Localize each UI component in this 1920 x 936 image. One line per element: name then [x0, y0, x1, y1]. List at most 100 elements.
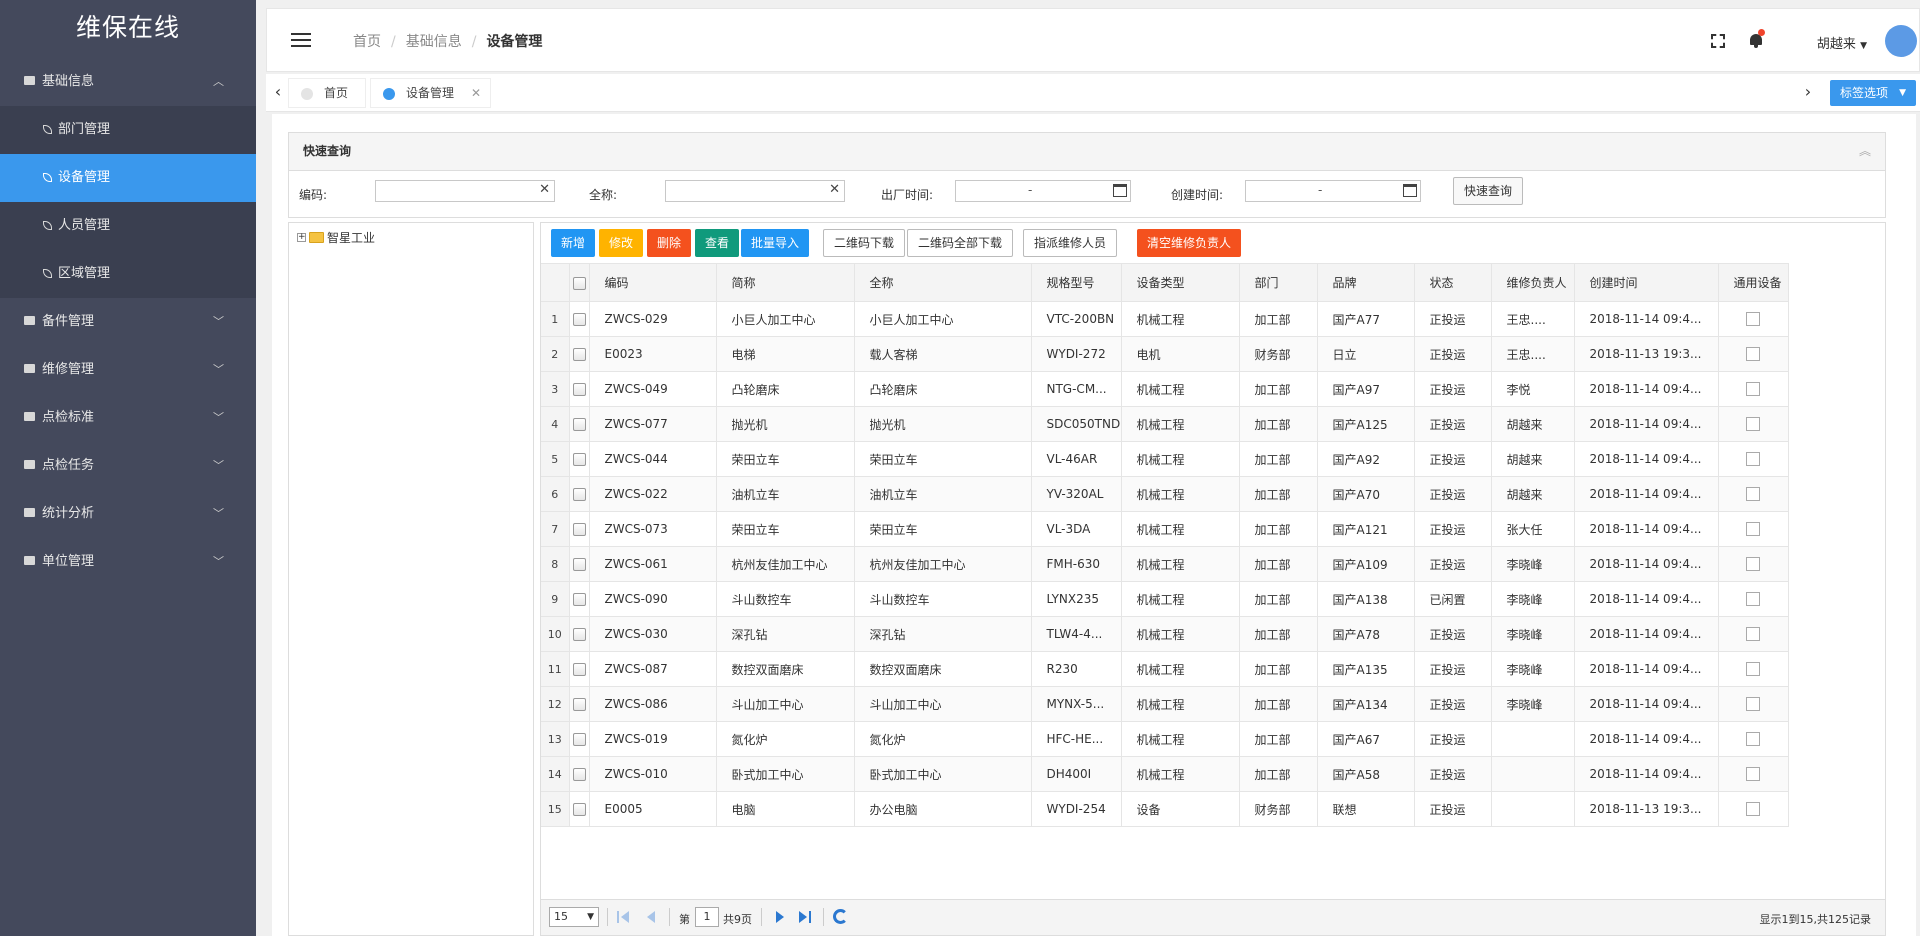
- general-equipment-checkbox[interactable]: [1746, 662, 1760, 677]
- notification-bell-icon[interactable]: [1749, 29, 1765, 48]
- refresh-icon[interactable]: [833, 909, 848, 924]
- first-page-icon[interactable]: [617, 910, 631, 924]
- toolbar-button-2[interactable]: 删除: [647, 229, 692, 257]
- toolbar-button-1[interactable]: 修改: [599, 229, 644, 257]
- sidebar-item-0-3[interactable]: 区域管理: [0, 250, 256, 298]
- row-checkbox[interactable]: [572, 488, 586, 501]
- next-page-icon[interactable]: [773, 910, 787, 924]
- clear-icon[interactable]: ✕: [829, 182, 840, 197]
- breadcrumb-home[interactable]: 首页: [353, 34, 381, 50]
- tab-close-icon[interactable]: ✕: [471, 79, 481, 107]
- tab-home[interactable]: 首页: [288, 78, 366, 108]
- code-input[interactable]: ✕: [375, 180, 555, 202]
- sidebar-group-3[interactable]: 点检标准 ﹀: [0, 394, 256, 442]
- column-header[interactable]: 简称: [716, 263, 855, 302]
- table-row[interactable]: 8 ZWCS-061 杭州友佳加工中心 杭州友佳加工中心 FMH-630 机械工程 加工部国…: [541, 546, 1789, 582]
- tab-scroll-left-icon[interactable]: ‹: [266, 74, 290, 112]
- row-checkbox[interactable]: [572, 663, 586, 676]
- factory-date-input[interactable]: -: [955, 180, 1131, 202]
- page-size-select[interactable]: 15 ▼: [549, 907, 599, 927]
- table-row[interactable]: 15 E0005 电脑 办公电脑 WYDI-254 设备 财务部 联想 正投运 2018-11-1…: [541, 791, 1789, 827]
- fullname-input[interactable]: ✕: [665, 180, 845, 202]
- sidebar-group-2[interactable]: 维修管理 ﹀: [0, 346, 256, 394]
- column-header[interactable]: 状态: [1414, 263, 1492, 302]
- toolbar-button-0[interactable]: 新增: [551, 229, 596, 257]
- table-row[interactable]: 9 ZWCS-090 斗山数控车 斗山数控车 LYNX235 机械工程 加工部 国产A138 已…: [541, 581, 1789, 617]
- tree-node-root[interactable]: + 智星工业: [297, 229, 375, 246]
- quick-query-button[interactable]: 快速查询: [1453, 177, 1524, 205]
- column-header[interactable]: 部门: [1239, 263, 1318, 302]
- user-menu[interactable]: 胡越来 ▼: [1817, 33, 1867, 52]
- tab-scroll-right-icon[interactable]: ›: [1796, 74, 1820, 112]
- row-checkbox[interactable]: [572, 348, 586, 361]
- table-row[interactable]: 13 ZWCS-019 氮化炉 氮化炉 HFC-HE... 机械工程 加工部 国产A67 正投运…: [541, 721, 1789, 757]
- general-equipment-checkbox[interactable]: [1746, 417, 1760, 432]
- column-header[interactable]: 品牌: [1317, 263, 1415, 302]
- general-equipment-checkbox[interactable]: [1746, 732, 1760, 747]
- collapse-icon[interactable]: ︽: [1859, 133, 1871, 169]
- table-row[interactable]: 3 ZWCS-049 凸轮磨床 凸轮磨床 NTG-CM... 机械工程 加工部 国产A97 正投…: [541, 371, 1789, 407]
- table-row[interactable]: 2 E0023 电梯 载人客梯 WYDI-272 电机 财务部 日立 正投运 王忠.... 2018…: [541, 336, 1789, 372]
- select-all-checkbox[interactable]: [572, 276, 586, 290]
- row-checkbox[interactable]: [572, 733, 586, 746]
- general-equipment-checkbox[interactable]: [1746, 557, 1760, 572]
- table-row[interactable]: 7 ZWCS-073 荣田立车 荣田立车 VL-3DA 机械工程 加工部 国产A121 正投运张…: [541, 511, 1789, 547]
- column-header[interactable]: 编码: [589, 263, 717, 302]
- tab-options-button[interactable]: 标签选项 ▼: [1829, 80, 1916, 106]
- general-equipment-checkbox[interactable]: [1746, 382, 1760, 397]
- general-equipment-checkbox[interactable]: [1746, 767, 1760, 782]
- table-row[interactable]: 12 ZWCS-086 斗山加工中心 斗山加工中心 MYNX-5... 机械工程 加工部 国产…: [541, 686, 1789, 722]
- row-checkbox[interactable]: [572, 523, 586, 536]
- general-equipment-checkbox[interactable]: [1746, 522, 1760, 537]
- last-page-icon[interactable]: [797, 910, 811, 924]
- row-checkbox[interactable]: [572, 593, 586, 606]
- sidebar-group-5[interactable]: 统计分析 ﹀: [0, 490, 256, 538]
- general-equipment-checkbox[interactable]: [1746, 697, 1760, 712]
- table-row[interactable]: 5 ZWCS-044 荣田立车 荣田立车 VL-46AR 机械工程 加工部 国产A92 正投运胡…: [541, 441, 1789, 477]
- row-checkbox[interactable]: [572, 418, 586, 431]
- row-checkbox[interactable]: [572, 313, 586, 326]
- toolbar-button-8[interactable]: 清空维修负责人: [1137, 229, 1242, 257]
- table-row[interactable]: 6 ZWCS-022 油机立车 油机立车 YV-320AL 机械工程 加工部 国产A70 正投运…: [541, 476, 1789, 512]
- sidebar-group-0[interactable]: 基础信息 ︿: [0, 58, 256, 106]
- row-checkbox[interactable]: [572, 698, 586, 711]
- general-equipment-checkbox[interactable]: [1746, 452, 1760, 467]
- general-equipment-checkbox[interactable]: [1746, 487, 1760, 502]
- table-row[interactable]: 11 ZWCS-087 数控双面磨床 数控双面磨床 R230 机械工程 加工部 国产A135 正…: [541, 651, 1789, 687]
- fullscreen-icon[interactable]: [1711, 34, 1725, 48]
- column-header[interactable]: 创建时间: [1574, 263, 1719, 302]
- general-equipment-checkbox[interactable]: [1746, 312, 1760, 327]
- tab-equipment-management[interactable]: 设备管理 ✕: [370, 78, 491, 108]
- expand-icon[interactable]: +: [297, 233, 306, 242]
- row-checkbox[interactable]: [572, 628, 586, 641]
- prev-page-icon[interactable]: [645, 910, 659, 924]
- column-header[interactable]: 通用设备: [1718, 263, 1789, 302]
- row-checkbox[interactable]: [572, 768, 586, 781]
- toolbar-button-6[interactable]: 二维码全部下载: [907, 229, 1014, 257]
- created-date-input[interactable]: -: [1245, 180, 1421, 202]
- avatar[interactable]: [1885, 25, 1917, 57]
- calendar-icon[interactable]: [1113, 184, 1127, 197]
- table-row[interactable]: 1 ZWCS-029 小巨人加工中心 小巨人加工中心 VTC-200BN 机械工程 加工部国…: [541, 301, 1789, 337]
- general-equipment-checkbox[interactable]: [1746, 627, 1760, 642]
- column-header[interactable]: 维修负责人: [1491, 263, 1575, 302]
- row-checkbox[interactable]: [572, 453, 586, 466]
- toolbar-button-3[interactable]: 查看: [695, 229, 740, 257]
- toolbar-button-4[interactable]: 批量导入: [741, 229, 810, 257]
- clear-icon[interactable]: ✕: [539, 182, 550, 197]
- menu-toggle-icon[interactable]: [291, 33, 311, 47]
- table-row[interactable]: 10 ZWCS-030 深孔钻 深孔钻 TLW4-4... 机械工程 加工部 国产A78 正投运…: [541, 616, 1789, 652]
- sidebar-group-1[interactable]: 备件管理 ﹀: [0, 298, 256, 346]
- general-equipment-checkbox[interactable]: [1746, 347, 1760, 362]
- column-header[interactable]: 全称: [854, 263, 1032, 302]
- sidebar-group-4[interactable]: 点检任务 ﹀: [0, 442, 256, 490]
- row-checkbox[interactable]: [572, 803, 586, 816]
- page-number-input[interactable]: 1: [695, 907, 719, 927]
- row-checkbox[interactable]: [572, 383, 586, 396]
- calendar-icon[interactable]: [1403, 184, 1417, 197]
- sidebar-item-0-0[interactable]: 部门管理: [0, 106, 256, 154]
- row-checkbox[interactable]: [572, 558, 586, 571]
- column-header[interactable]: 规格型号: [1031, 263, 1122, 302]
- sidebar-group-6[interactable]: 单位管理 ﹀: [0, 538, 256, 586]
- toolbar-button-5[interactable]: 二维码下载: [823, 229, 906, 257]
